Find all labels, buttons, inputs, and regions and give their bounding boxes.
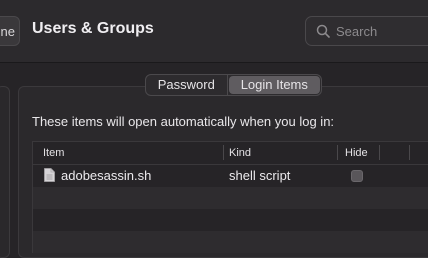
- table-row: [33, 231, 428, 253]
- window-title: Users & Groups: [32, 20, 154, 37]
- back-button[interactable]: one: [0, 16, 20, 46]
- column-divider[interactable]: [223, 145, 224, 160]
- column-divider[interactable]: [337, 145, 338, 160]
- tab-password[interactable]: Password: [146, 75, 228, 95]
- column-header-kind[interactable]: Kind: [229, 147, 251, 159]
- column-divider[interactable]: [409, 145, 410, 160]
- item-name: adobesassin.sh: [61, 168, 152, 183]
- login-items-table: Item Kind Hide adobesassin.sh shell scri…: [32, 141, 428, 253]
- tab-login-items[interactable]: Login Items: [228, 76, 320, 94]
- login-items-description: These items will open automatically when…: [32, 114, 335, 129]
- tab-control: Password Login Items: [145, 74, 322, 96]
- search-placeholder: Search: [336, 24, 378, 39]
- item-kind: shell script: [229, 168, 291, 183]
- document-icon: [44, 168, 55, 182]
- table-row[interactable]: adobesassin.sh shell script: [33, 165, 428, 187]
- table-row: [33, 209, 428, 231]
- column-header-item[interactable]: Item: [43, 147, 64, 159]
- column-header-hide[interactable]: Hide: [345, 147, 368, 159]
- table-header: Item Kind Hide: [33, 142, 428, 165]
- users-list-panel: [0, 86, 10, 258]
- toolbar: one Users & Groups Search: [0, 0, 428, 63]
- hide-checkbox[interactable]: [351, 170, 363, 182]
- search-icon: [316, 24, 330, 38]
- column-divider[interactable]: [379, 145, 380, 160]
- table-row: [33, 187, 428, 209]
- back-button-label: one: [0, 24, 15, 39]
- search-input[interactable]: Search: [305, 16, 428, 46]
